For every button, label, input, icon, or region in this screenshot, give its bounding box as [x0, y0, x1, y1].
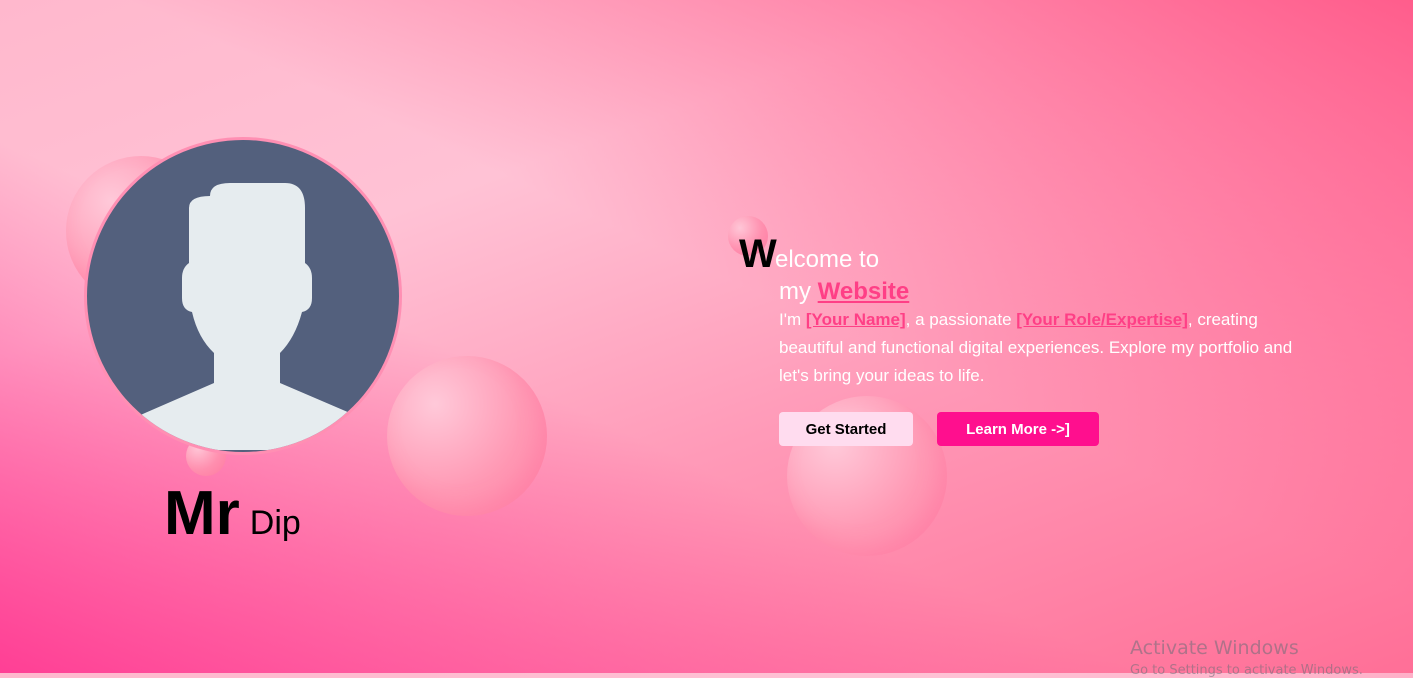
- hero-heading-prefix: my: [779, 278, 818, 305]
- your-role-link[interactable]: [Your Role/Expertise]: [1016, 310, 1188, 329]
- your-name-link[interactable]: [Your Name]: [806, 310, 906, 329]
- watermark-subtitle: Go to Settings to activate Windows.: [1130, 663, 1363, 678]
- avatar: [84, 137, 402, 455]
- watermark-title: Activate Windows: [1130, 637, 1299, 659]
- website-link[interactable]: Website: [818, 278, 910, 305]
- desc-part2: , a passionate: [905, 310, 1017, 329]
- hero-big-letter: W: [739, 232, 777, 276]
- learn-more-button[interactable]: Learn More ->]: [937, 412, 1099, 446]
- hero-heading-line2: my Website: [779, 278, 909, 306]
- get-started-button[interactable]: Get Started: [779, 412, 913, 446]
- last-name: Dip: [249, 504, 301, 542]
- profile-name: Mr Dip: [164, 478, 301, 549]
- hero-description: I'm [Your Name], a passionate [Your Role…: [779, 306, 1299, 390]
- activate-windows-watermark: Activate Windows Go to Settings to activ…: [1130, 637, 1363, 678]
- desc-part1: I'm: [779, 310, 806, 329]
- decorative-bubble: [387, 356, 547, 516]
- first-name: Mr: [164, 479, 240, 548]
- user-silhouette-icon: [90, 183, 399, 450]
- hero-heading-line1: elcome to: [775, 246, 880, 273]
- avatar-circle: [87, 140, 399, 452]
